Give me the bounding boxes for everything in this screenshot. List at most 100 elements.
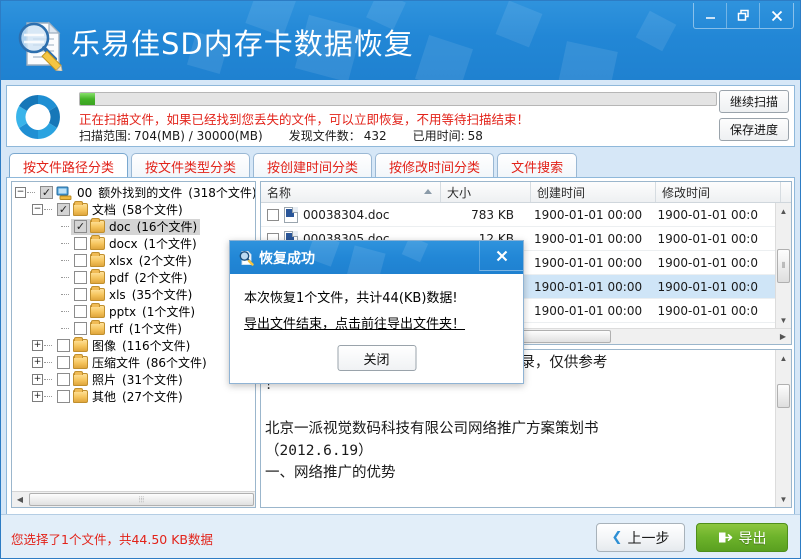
tree-item-content[interactable]: pdf (2个文件) <box>71 269 190 286</box>
category-tab-bar: 按文件路径分类 按文件类型分类 按创建时间分类 按修改时间分类 文件搜索 <box>9 152 794 178</box>
open-export-folder-link[interactable]: 导出文件结束，点击前往导出文件夹！ <box>244 313 509 332</box>
tree-item-checkbox[interactable] <box>57 373 70 386</box>
tree-item[interactable]: doc (16个文件) <box>15 218 255 235</box>
tree-item[interactable]: pptx (1个文件) <box>15 303 255 320</box>
tree-item[interactable]: docx (1个文件) <box>15 235 255 252</box>
file-list-vertical-scrollbar[interactable]: ▲ ⦀ ▼ <box>775 203 791 328</box>
tree-item-checkbox[interactable] <box>57 339 70 352</box>
preview-scroll-down-icon[interactable]: ▼ <box>776 491 791 507</box>
folder-icon <box>90 235 105 250</box>
expand-icon[interactable]: + <box>32 357 43 368</box>
tab-1[interactable]: 按文件类型分类 <box>131 153 251 178</box>
tree-item-content[interactable]: xls (35个文件) <box>71 286 195 303</box>
tree-item-count: (2个文件) <box>138 254 192 268</box>
tree-connector <box>61 260 69 261</box>
column-header[interactable]: 名称 <box>261 182 441 202</box>
tree-item-checkbox[interactable] <box>74 305 87 318</box>
tree-item[interactable]: + 照片 (31个文件) <box>15 371 255 388</box>
close-icon[interactable] <box>760 3 793 28</box>
folder-icon <box>90 320 105 335</box>
preview-vscroll-thumb[interactable] <box>777 384 790 408</box>
scroll-left-icon[interactable]: ◀ <box>12 492 28 507</box>
minimize-icon[interactable] <box>694 3 727 28</box>
export-button[interactable]: 导出 <box>696 523 788 552</box>
file-list-vscroll-thumb[interactable]: ⦀ <box>777 249 790 283</box>
tree-connector <box>61 328 69 329</box>
tree-item-checkbox[interactable] <box>74 322 87 335</box>
tree-item[interactable]: − 00 额外找到的文件 (318个文件) 0(GB) ( <box>15 184 255 201</box>
tab-0[interactable]: 按文件路径分类 <box>9 153 129 178</box>
preview-vertical-scrollbar[interactable]: ▲ ▼ <box>775 350 791 507</box>
tree-item-content[interactable]: 压缩文件 (86个文件) <box>54 354 210 371</box>
tree-connector <box>61 226 69 227</box>
tab-4[interactable]: 文件搜索 <box>497 153 578 178</box>
tree-hscroll-thumb[interactable]: ⦙⦙⦙ <box>29 493 254 506</box>
scroll-down-icon[interactable]: ▼ <box>776 312 791 328</box>
column-header[interactable]: 创建时间 <box>531 182 656 202</box>
save-progress-button[interactable]: 保存进度 <box>719 118 789 141</box>
expand-icon[interactable]: + <box>32 391 43 402</box>
scroll-up-icon[interactable]: ▲ <box>776 203 791 219</box>
tab-3[interactable]: 按修改时间分类 <box>375 153 495 178</box>
vscroll-track[interactable]: ⦀ <box>776 219 791 312</box>
tree-item-checkbox[interactable] <box>40 186 53 199</box>
tree-item[interactable]: + 其他 (27个文件) <box>15 388 255 405</box>
dialog-close-icon[interactable] <box>479 241 523 271</box>
tree-item-content[interactable]: 文档 (58个文件) <box>54 201 186 218</box>
tree-item-count: (35个文件) <box>131 288 193 302</box>
tree-item[interactable]: + 图像 (116个文件) <box>15 337 255 354</box>
tree-item[interactable]: xls (35个文件) <box>15 286 255 303</box>
tree-item-checkbox[interactable] <box>57 356 70 369</box>
tree-item-checkbox[interactable] <box>57 203 70 216</box>
tree-item[interactable]: + 压缩文件 (86个文件) <box>15 354 255 371</box>
column-header-label: 修改时间 <box>662 185 711 200</box>
tree-item[interactable]: pdf (2个文件) <box>15 269 255 286</box>
tree-item-checkbox[interactable] <box>74 288 87 301</box>
dialog-close-button[interactable]: 关闭 <box>337 345 416 371</box>
scroll-right-icon[interactable]: ▶ <box>775 329 791 344</box>
expand-icon[interactable]: + <box>32 340 43 351</box>
tree-item-checkbox[interactable] <box>74 254 87 267</box>
column-header[interactable]: 修改时间 <box>656 182 781 202</box>
elapsed-time-label: 已用时间: <box>412 129 465 143</box>
selection-status-text: 您选择了1个文件，共44.50 KB数据 <box>11 532 213 547</box>
expand-icon[interactable]: + <box>32 374 43 385</box>
scan-statistics: 扫描范围: 704(MB) / 30000(MB) 发现文件数： 432 已用时… <box>79 127 483 144</box>
preview-scroll-up-icon[interactable]: ▲ <box>776 350 791 366</box>
tree-item-content[interactable]: docx (1个文件) <box>71 235 200 252</box>
collapse-icon[interactable]: − <box>32 204 43 215</box>
tree-item-content[interactable]: pptx (1个文件) <box>71 303 198 320</box>
previous-step-button[interactable]: ❮ 上一步 <box>596 523 685 552</box>
tree-item-checkbox[interactable] <box>57 390 70 403</box>
tree-item-checkbox[interactable] <box>74 237 87 250</box>
tree-item-checkbox[interactable] <box>74 271 87 284</box>
folder-icon <box>73 201 88 216</box>
tree-item-content[interactable]: doc (16个文件) <box>71 218 201 235</box>
dialog-message: 本次恢复1个文件，共计44(KB)数据! <box>244 291 458 306</box>
row-checkbox[interactable] <box>267 208 279 221</box>
tree-horizontal-scrollbar[interactable]: ◀ ⦙⦙⦙ <box>12 491 255 507</box>
tree-item[interactable]: xlsx (2个文件) <box>15 252 255 269</box>
table-row[interactable]: 00038304.doc 783 KB 1900-01-01 00:00 1900-0… <box>261 203 775 227</box>
tree-item-content[interactable]: 照片 (31个文件) <box>54 371 186 388</box>
previous-step-label: 上一步 <box>627 530 670 547</box>
title-decoration <box>635 10 677 52</box>
tree-item-content[interactable]: 其他 (27个文件) <box>54 388 186 405</box>
tab-label: 按创建时间分类 <box>267 160 359 176</box>
preview-vscroll-track[interactable] <box>776 366 791 491</box>
tree-item-checkbox[interactable] <box>74 220 87 233</box>
tab-2[interactable]: 按创建时间分类 <box>253 153 373 178</box>
tree-item-content[interactable]: xlsx (2个文件) <box>71 252 195 269</box>
collapse-icon[interactable]: − <box>15 187 26 198</box>
tree-item-content[interactable]: 00 额外找到的文件 (318个文件) 0(GB) ( <box>37 185 255 201</box>
tree-item[interactable]: rtf (1个文件) <box>15 320 255 337</box>
continue-scan-button[interactable]: 继续扫描 <box>719 90 789 113</box>
restore-icon[interactable] <box>727 3 760 28</box>
word-document-icon <box>284 206 298 223</box>
tree-item[interactable]: − 文档 (58个文件) <box>15 201 255 218</box>
tree-item-content[interactable]: 图像 (116个文件) <box>54 337 193 354</box>
tree-item-content[interactable]: rtf (1个文件) <box>71 320 185 337</box>
column-header[interactable]: 大小 <box>441 182 531 202</box>
